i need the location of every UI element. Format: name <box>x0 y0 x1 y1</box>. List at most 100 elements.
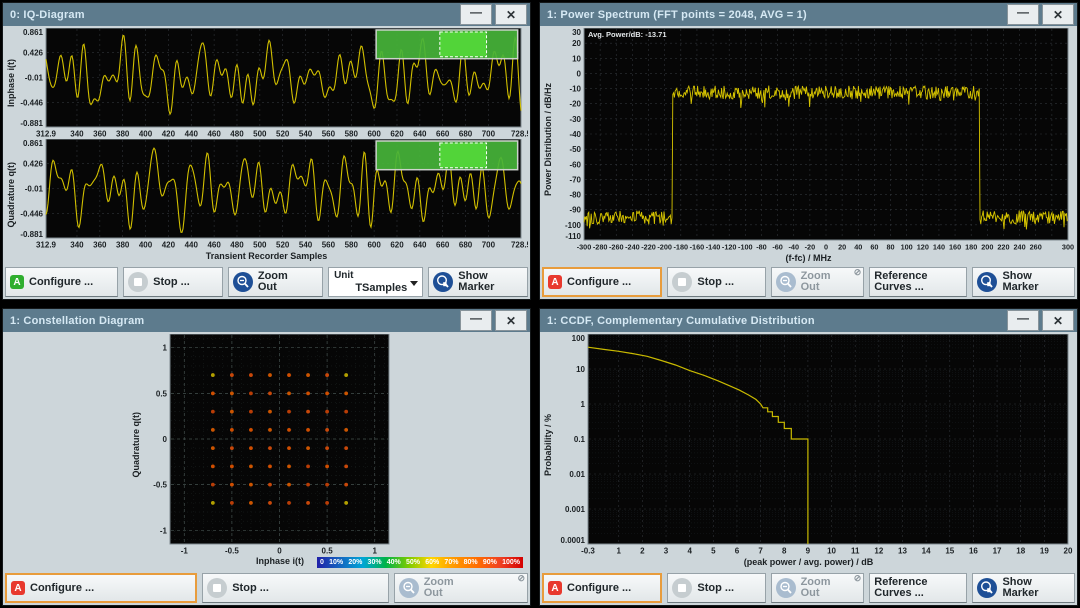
configure-button[interactable]: A Configure ... <box>542 573 662 603</box>
constellation-dot <box>325 373 329 377</box>
close-button[interactable]: ✕ <box>495 310 527 331</box>
stop-button[interactable]: Stop ... <box>202 573 388 603</box>
axis-tick-label: 8 <box>782 547 787 556</box>
window-title: 0: IQ-Diagram <box>3 9 460 21</box>
configure-a-icon: A <box>10 275 24 289</box>
window-constellation: 1: Constellation Diagram — ✕ Quadrature … <box>2 308 531 606</box>
minimize-button[interactable]: — <box>460 4 492 25</box>
zoom-selection-box[interactable] <box>440 143 487 168</box>
instrument-screen: 0: IQ-Diagram — ✕ Inphase i(t) 0.8610.42… <box>0 0 1080 608</box>
reference-curves-button[interactable]: ReferenceCurves ... <box>869 267 967 297</box>
axis-tick-label: 728.5 <box>511 130 528 139</box>
axis-tick-label: 0.861 <box>23 28 44 37</box>
zoom-selection-box[interactable] <box>440 32 487 57</box>
window-power-spectrum: 1: Power Spectrum (FFT points = 2048, AV… <box>539 2 1078 300</box>
spectrum-plot[interactable]: 3020100-10-20-30-40-50-60-70-80-90-100-1… <box>554 28 1075 252</box>
constellation-dot <box>344 391 348 395</box>
constellation-plot[interactable]: -1-1-0.5-0.5000.50.511 <box>142 334 397 556</box>
zoom-out-button-disabled[interactable]: ZoomOut ⊘ <box>771 573 865 603</box>
constellation-dot <box>211 483 215 487</box>
axis-tick-label: 13 <box>898 547 907 556</box>
axis-tick-label: 440 <box>185 241 199 250</box>
axis-tick-label: 420 <box>162 130 176 139</box>
axis-tick-label: 0.426 <box>23 49 44 58</box>
y-axis-label: Quadrature q(t) <box>130 334 142 556</box>
constellation-dot <box>230 501 234 505</box>
constellation-dot <box>268 501 272 505</box>
constellation-dot <box>344 446 348 450</box>
colorbar-label: 90% <box>483 559 497 566</box>
minimize-button[interactable]: — <box>460 310 492 331</box>
axis-tick-label: 400 <box>139 130 153 139</box>
stop-button[interactable]: Stop ... <box>123 267 223 297</box>
constellation-dot <box>287 501 291 505</box>
constellation-dot <box>344 428 348 432</box>
y-axis-label: Probability / % <box>542 334 554 556</box>
window-title: 1: Constellation Diagram <box>3 315 460 327</box>
zoom-out-button[interactable]: ZoomOut <box>228 267 323 297</box>
titlebar-ccdf: 1: CCDF, Complementary Cumulative Distri… <box>540 309 1077 332</box>
stop-button[interactable]: Stop ... <box>667 573 765 603</box>
configure-button[interactable]: A Configure ... <box>5 267 118 297</box>
configure-button[interactable]: A Configure ... <box>542 267 662 297</box>
constellation-dot <box>287 464 291 468</box>
colorbar-label: 50% <box>406 559 420 566</box>
window-title: 1: Power Spectrum (FFT points = 2048, AV… <box>540 9 1007 21</box>
axis-tick-label: 600 <box>367 241 381 250</box>
iq-toolbar: A Configure ... Stop ... ZoomOut Unit TS… <box>5 267 528 297</box>
constellation-dot <box>268 483 272 487</box>
constellation-dot <box>268 373 272 377</box>
axis-tick-label: 0.5 <box>156 389 168 398</box>
constellation-dot <box>306 483 310 487</box>
minimize-button[interactable]: — <box>1007 4 1039 25</box>
show-marker-button[interactable]: ShowMarker <box>972 573 1075 603</box>
axis-tick-label: 1 <box>372 547 377 556</box>
constellation-dot <box>325 410 329 414</box>
stop-icon <box>672 272 692 292</box>
constellation-dot <box>344 483 348 487</box>
axis-tick-label: 680 <box>459 130 473 139</box>
axis-tick-label: 480 <box>230 241 244 250</box>
colorbar-label: 100% <box>502 559 520 566</box>
axis-tick-label: 40 <box>854 243 862 252</box>
constellation-dot <box>230 428 234 432</box>
avg-power-readout: Avg. Power/dB: -13.71 <box>588 30 667 39</box>
iq-inphase-plot[interactable]: 0.8610.426-0.01-0.446-0.881312.934036038… <box>17 28 528 139</box>
stop-button[interactable]: Stop ... <box>667 267 765 297</box>
axis-tick-label: -0.446 <box>20 209 43 218</box>
close-button[interactable]: ✕ <box>495 4 527 25</box>
ccdf-plot[interactable]: 1001010.10.010.0010.0001-0.3123456789101… <box>554 334 1075 556</box>
axis-tick-label: 640 <box>413 130 427 139</box>
constellation-dot <box>211 391 215 395</box>
stop-icon <box>672 578 692 598</box>
colorbar-label: 80% <box>464 559 478 566</box>
axis-tick-label: 520 <box>276 130 290 139</box>
show-marker-button[interactable]: ShowMarker <box>428 267 528 297</box>
axis-tick-label: 0.0001 <box>561 536 586 545</box>
axis-tick-label: 380 <box>116 130 130 139</box>
minimize-button[interactable]: — <box>1007 310 1039 331</box>
zoom-out-button-disabled[interactable]: ZoomOut ⊘ <box>771 267 865 297</box>
y-axis-label: Inphase i(t) <box>5 28 17 139</box>
stop-icon <box>128 272 148 292</box>
configure-button[interactable]: A Configure ... <box>5 573 197 603</box>
reference-curves-button[interactable]: ReferenceCurves ... <box>869 573 967 603</box>
axis-tick-label: 200 <box>981 243 993 252</box>
axis-tick-label: 80 <box>886 243 894 252</box>
constellation-row: Quadrature q(t) -1-1-0.5-0.5000.50.511 <box>130 334 528 556</box>
unit-dropdown[interactable]: Unit TSamples <box>328 267 423 297</box>
zoom-out-button-disabled[interactable]: ZoomOut ⊘ <box>394 573 528 603</box>
axis-tick-label: 15 <box>945 547 954 556</box>
constellation-body: Quadrature q(t) -1-1-0.5-0.5000.50.511 I… <box>3 332 530 605</box>
axis-tick-label: 16 <box>969 547 978 556</box>
close-button[interactable]: ✕ <box>1042 4 1074 25</box>
axis-tick-label: 60 <box>870 243 878 252</box>
x-axis-label: (peak power / avg. power) / dB <box>542 556 1075 568</box>
axis-tick-label: 100 <box>572 334 586 343</box>
axis-tick-label: 0 <box>824 243 828 252</box>
close-button[interactable]: ✕ <box>1042 310 1074 331</box>
iq-quadrature-plot[interactable]: 0.8610.426-0.01-0.446-0.881312.934036038… <box>17 139 528 250</box>
axis-tick-label: 480 <box>230 130 244 139</box>
axis-tick-label: -1 <box>160 526 168 535</box>
show-marker-button[interactable]: ShowMarker <box>972 267 1075 297</box>
